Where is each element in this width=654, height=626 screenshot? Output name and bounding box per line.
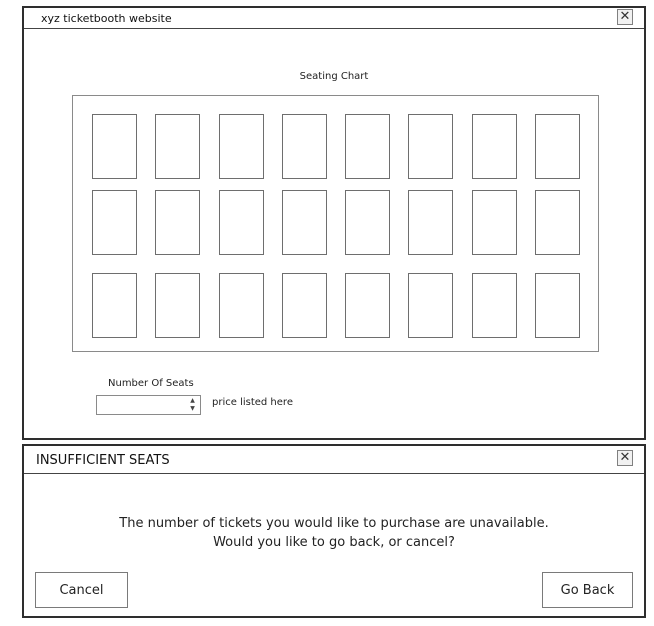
dialog-message-line-1: The number of tickets you would like to …: [119, 516, 549, 531]
seating-chart: [72, 95, 599, 352]
close-icon[interactable]: ✕: [617, 450, 633, 466]
seat-r1-c6[interactable]: [408, 114, 453, 179]
seat-r3-c5[interactable]: [345, 273, 390, 338]
seat-r3-c4[interactable]: [282, 273, 327, 338]
seat-r3-c2[interactable]: [155, 273, 200, 338]
cancel-button[interactable]: Cancel: [35, 572, 128, 608]
go-back-button[interactable]: Go Back: [542, 572, 633, 608]
seating-chart-title: Seating Chart: [299, 71, 369, 82]
seat-r2-c7[interactable]: [472, 190, 517, 255]
spin-down-icon[interactable]: ▼: [188, 405, 197, 413]
seat-r2-c3[interactable]: [219, 190, 264, 255]
seat-r1-c5[interactable]: [345, 114, 390, 179]
seat-r2-c5[interactable]: [345, 190, 390, 255]
seat-r1-c1[interactable]: [92, 114, 137, 179]
main-titlebar: xyz ticketbooth website ✕: [24, 8, 644, 29]
dialog-title: INSUFFICIENT SEATS: [36, 453, 170, 468]
seat-r3-c7[interactable]: [472, 273, 517, 338]
seat-r2-c2[interactable]: [155, 190, 200, 255]
number-of-seats-input[interactable]: [98, 397, 190, 411]
number-of-seats-spinner[interactable]: ▲ ▼: [96, 395, 201, 415]
seat-r3-c8[interactable]: [535, 273, 580, 338]
spin-up-icon[interactable]: ▲: [188, 397, 197, 405]
seat-r1-c8[interactable]: [535, 114, 580, 179]
seat-r3-c1[interactable]: [92, 273, 137, 338]
dialog-message-line-2: Would you like to go back, or cancel?: [213, 535, 455, 550]
seat-r3-c6[interactable]: [408, 273, 453, 338]
seat-r1-c7[interactable]: [472, 114, 517, 179]
main-window-title: xyz ticketbooth website: [41, 12, 172, 25]
seat-r1-c4[interactable]: [282, 114, 327, 179]
seat-r2-c6[interactable]: [408, 190, 453, 255]
seat-r2-c8[interactable]: [535, 190, 580, 255]
dialog-titlebar: INSUFFICIENT SEATS ✕: [24, 446, 644, 474]
main-window: xyz ticketbooth website ✕ Seating Chart …: [22, 6, 646, 440]
insufficient-seats-dialog: INSUFFICIENT SEATS ✕ The number of ticke…: [22, 444, 646, 618]
seat-r3-c3[interactable]: [219, 273, 264, 338]
seat-r1-c3[interactable]: [219, 114, 264, 179]
number-of-seats-label: Number Of Seats: [108, 378, 194, 389]
seat-r2-c1[interactable]: [92, 190, 137, 255]
price-text: price listed here: [212, 397, 293, 408]
close-icon[interactable]: ✕: [617, 9, 633, 25]
seat-r1-c2[interactable]: [155, 114, 200, 179]
seat-r2-c4[interactable]: [282, 190, 327, 255]
